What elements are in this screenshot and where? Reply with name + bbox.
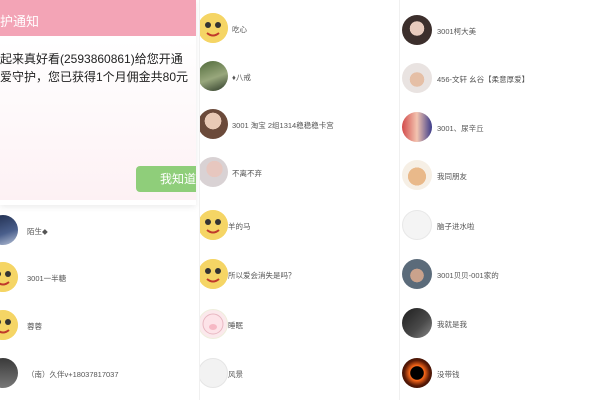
eclipse-avatar (402, 358, 432, 388)
list-item[interactable]: 3001柯大美 (400, 7, 600, 55)
dialog-message-line-2: 爱守护，您已获得1个月佣金共80元 (0, 70, 189, 84)
woman-avatar (200, 157, 228, 187)
user-name: 羊的马 (228, 222, 251, 231)
list-item[interactable]: 睡眠 (200, 301, 400, 349)
dialog-message-line-1: 起来真好看(2593860861)给您开通 (0, 52, 183, 66)
user-name: 我就是我 (437, 320, 467, 329)
list-item[interactable]: 3001贝贝-001家的 (400, 251, 600, 299)
user-name: 吃心 (232, 25, 247, 34)
list-item[interactable]: 456-文轩 幺谷【柔意厚爱】 (400, 55, 600, 103)
list-item[interactable]: 3001、尿辛丘 (400, 104, 600, 152)
user-name: 陌生◆ (27, 227, 48, 236)
list-item[interactable]: 风景 (200, 350, 400, 398)
dialog-body: 起来真好看(2593860861)给您开通 爱守护，您已获得1个月佣金共80元 … (0, 40, 196, 200)
user-name: 所以爱会消失是吗？ (228, 271, 296, 280)
man-avatar (402, 259, 432, 289)
man-avatar (402, 63, 432, 93)
list-item[interactable]: 不离不弃 (200, 149, 400, 197)
man-avatar (0, 358, 18, 388)
dialog-header: 护通知 (0, 0, 196, 36)
user-name: （南）久伴v+18037817037 (27, 370, 119, 379)
cartoon-avatar (0, 262, 18, 292)
list-item[interactable]: 3001一半糖 (0, 254, 200, 302)
list-item[interactable]: 吃心 (200, 5, 400, 53)
user-name: 不离不弃 (232, 169, 262, 178)
user-name: 睡眠 (228, 321, 243, 330)
user-name: 我同朋友 (437, 172, 467, 181)
notification-dialog: 护通知 起来真好看(2593860861)给您开通 爱守护，您已获得1个月佣金共… (0, 0, 196, 205)
list-item[interactable]: 没带钱 (400, 350, 600, 398)
dog-avatar (402, 160, 432, 190)
user-name: 脑子进水啦 (437, 222, 475, 231)
pig-avatar (200, 309, 228, 339)
dialog-title: 护通知 (0, 14, 40, 29)
user-name: ♦八戒 (232, 73, 251, 82)
user-name: 456-文轩 幺谷【柔意厚爱】 (437, 75, 530, 84)
list-item[interactable]: 陌生◆ (0, 206, 200, 254)
landscape-avatar (200, 61, 228, 91)
list-item[interactable]: ♦八戒 (200, 53, 400, 101)
blank-avatar (402, 210, 432, 240)
woman-avatar (200, 109, 228, 139)
dark-avatar (402, 308, 432, 338)
cartoon-avatar (200, 259, 228, 289)
user-name: 没带钱 (437, 370, 460, 379)
list-item[interactable]: 我同朋友 (400, 152, 600, 200)
cartoon-avatar (200, 210, 228, 240)
right-panel: 3001柯大美 456-文轩 幺谷【柔意厚爱】 3001、尿辛丘 我同朋友 脑子… (400, 0, 600, 400)
list-item[interactable]: 蓉蓉 (0, 302, 200, 350)
list-item[interactable]: 所以爱会消失是吗？ (200, 251, 400, 299)
user-name: 蓉蓉 (27, 322, 42, 331)
blank-avatar (200, 358, 228, 388)
user-name: 3001、尿辛丘 (437, 124, 484, 133)
middle-panel: 吃心 ♦八戒 3001 淘宝 2组1314稳稳稳卡宫 不离不弃 羊的马 所以爱会… (200, 0, 400, 400)
list-item[interactable]: 脑子进水啦 (400, 202, 600, 250)
list-item[interactable]: 我就是我 (400, 300, 600, 348)
user-name: 3001一半糖 (27, 274, 67, 283)
user-name: 3001贝贝-001家的 (437, 271, 499, 280)
left-panel: 护通知 起来真好看(2593860861)给您开通 爱守护，您已获得1个月佣金共… (0, 0, 200, 400)
night-sky-avatar (0, 215, 18, 245)
list-item[interactable]: 羊的马 (200, 202, 400, 250)
user-name: 3001柯大美 (437, 27, 477, 36)
list-item[interactable]: 3001 淘宝 2组1314稳稳稳卡宫 (200, 101, 400, 149)
cartoon-avatar (200, 13, 228, 43)
couple-avatar (402, 112, 432, 142)
cartoon-avatar (0, 310, 18, 340)
user-name: 风景 (228, 370, 243, 379)
user-name: 3001 淘宝 2组1314稳稳稳卡宫 (232, 121, 334, 130)
woman-avatar (402, 15, 432, 45)
ok-button[interactable]: 我知道 (136, 166, 196, 192)
list-item[interactable]: （南）久伴v+18037817037 (0, 350, 200, 398)
